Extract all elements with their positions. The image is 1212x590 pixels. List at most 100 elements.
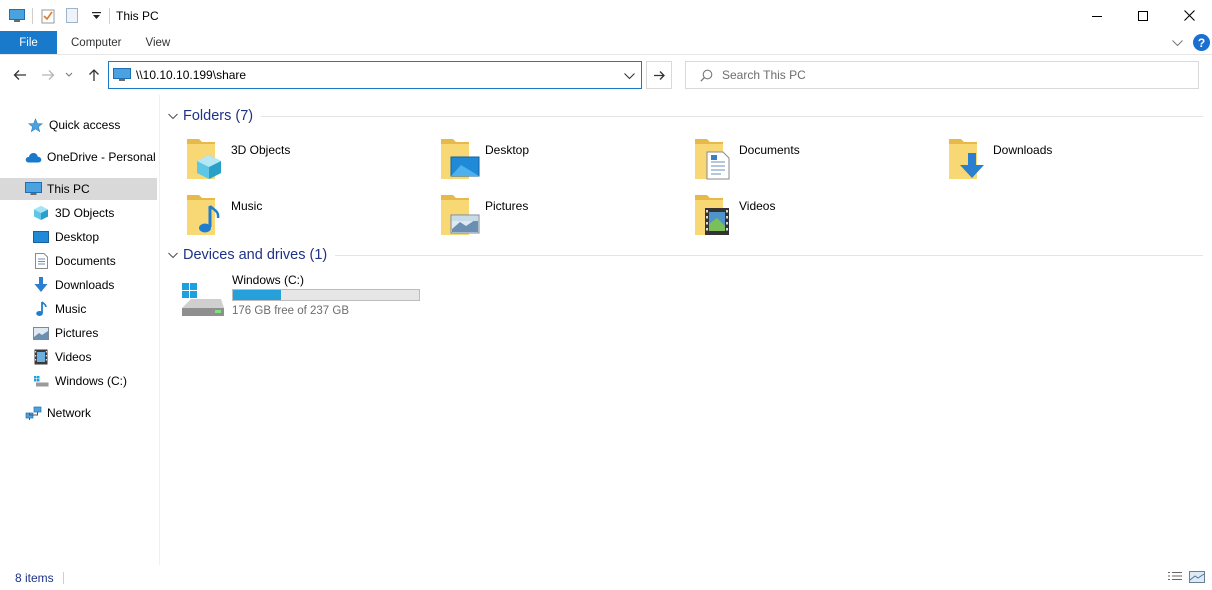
folder-music[interactable]: Music [185,191,435,241]
drive-label: Windows (C:) [232,273,305,287]
sidebar-item-label: 3D Objects [55,206,115,220]
address-dropdown-icon[interactable] [624,69,635,83]
sidebar-item-label: Music [55,302,87,316]
customize-toolbar-icon[interactable] [87,7,105,25]
drive-windows-c[interactable]: Windows (C:) 176 GB free of 237 GB [179,270,439,320]
cube-icon [32,204,50,222]
expand-ribbon-icon[interactable] [1172,36,1183,50]
sidebar-item-label: Documents [55,254,116,268]
folder-documents[interactable]: Documents [693,135,943,185]
window-title: This PC [116,8,159,23]
search-icon [698,67,714,83]
drives-group-header[interactable]: Devices and drives (1) [167,245,1203,265]
videos-folder-icon [693,191,741,239]
pictures-folder-icon [439,191,487,239]
sidebar-item-label: Windows (C:) [55,374,128,388]
sidebar-item-windows-c[interactable]: Windows (C:) [0,370,157,392]
folder-label: Videos [739,199,776,213]
large-icons-view-icon[interactable] [1188,569,1206,585]
title-bar: This PC [0,0,1212,31]
sidebar-item-label: OneDrive - Personal [47,150,156,164]
drive-usage-fill [233,290,281,300]
tab-view[interactable]: View [136,31,181,54]
sidebar-item-onedrive[interactable]: OneDrive - Personal [0,146,157,168]
network-icon [24,404,42,422]
sidebar-item-label: Desktop [55,230,100,244]
help-icon[interactable]: ? [1193,34,1210,51]
folder-label: 3D Objects [231,143,291,157]
folders-group-header[interactable]: Folders (7) [167,106,1203,126]
folder-desktop[interactable]: Desktop [439,135,689,185]
up-button[interactable] [84,66,104,84]
sidebar-item-label: Network [47,406,92,420]
drive-free-space: 176 GB free of 237 GB [232,305,349,317]
sidebar-item-downloads[interactable]: Downloads [0,274,157,296]
folder-label: Documents [739,143,800,157]
folder-label: Pictures [485,199,529,213]
sidebar-item-pictures[interactable]: Pictures [0,322,157,344]
cloud-icon [24,148,42,166]
desktop-icon [32,228,50,246]
windows-drive-icon [179,280,227,320]
sidebar-item-label: Quick access [49,118,121,132]
forward-button[interactable] [38,66,58,84]
status-bar: 8 items [0,565,1212,590]
document-icon [32,252,50,270]
drive-usage-bar [232,289,420,301]
go-button[interactable] [646,61,672,89]
folder-pictures[interactable]: Pictures [439,191,689,241]
sidebar-item-label: This PC [47,182,90,196]
desktop-folder-icon [439,135,487,183]
drives-header-label: Devices and drives (1) [183,247,328,263]
sidebar-item-documents[interactable]: Documents [0,250,157,272]
navigation-pane: Quick access OneDrive - Personal This PC… [0,95,160,565]
sidebar-item-label: Downloads [55,278,115,292]
folders-header-label: Folders (7) [183,108,254,124]
computer-icon [113,68,131,82]
address-path[interactable]: \\10.10.10.199\share [136,68,246,82]
videos-icon [32,348,50,366]
folder-3d-objects[interactable]: 3D Objects [185,135,435,185]
sidebar-item-label: Videos [55,350,92,364]
folder-label: Downloads [993,143,1053,157]
maximize-button[interactable] [1120,0,1166,31]
chevron-down-icon[interactable] [167,252,179,259]
download-icon [32,276,50,294]
folder-videos[interactable]: Videos [693,191,943,241]
minimize-button[interactable] [1074,0,1120,31]
sidebar-item-this-pc[interactable]: This PC [0,178,157,200]
item-count: 8 items [15,570,54,585]
sidebar-item-desktop[interactable]: Desktop [0,226,157,248]
details-view-icon[interactable] [1166,569,1184,585]
address-bar[interactable]: \\10.10.10.199\share [108,61,642,89]
folder-downloads[interactable]: Downloads [947,135,1197,185]
computer-icon [24,180,42,198]
chevron-down-icon[interactable] [167,113,179,120]
music-folder-icon [185,191,233,239]
new-folder-icon[interactable] [63,7,81,25]
back-button[interactable] [10,66,30,84]
cube-folder-icon [185,135,233,183]
ribbon-tabs: File Computer View ? [0,31,1212,55]
recent-locations-button[interactable] [62,66,76,84]
downloads-folder-icon [947,135,995,183]
quick-access-toolbar [0,7,105,25]
sidebar-item-videos[interactable]: Videos [0,346,157,368]
sidebar-item-quick-access[interactable]: Quick access [0,114,157,136]
folder-label: Music [231,199,263,213]
search-input[interactable] [722,68,1142,82]
sidebar-item-music[interactable]: Music [0,298,157,320]
sidebar-item-network[interactable]: Network [0,402,157,424]
properties-icon[interactable] [39,7,57,25]
close-button[interactable] [1166,0,1212,31]
tab-file[interactable]: File [0,31,57,54]
computer-icon[interactable] [8,7,26,25]
tab-computer[interactable]: Computer [57,31,136,54]
search-box[interactable] [685,61,1199,89]
drive-icon [32,372,50,390]
music-icon [32,300,50,318]
documents-folder-icon [693,135,741,183]
sidebar-item-3d-objects[interactable]: 3D Objects [0,202,157,224]
content-pane: Folders (7) 3D Objects Desktop Documents… [161,95,1212,565]
pictures-icon [32,324,50,342]
